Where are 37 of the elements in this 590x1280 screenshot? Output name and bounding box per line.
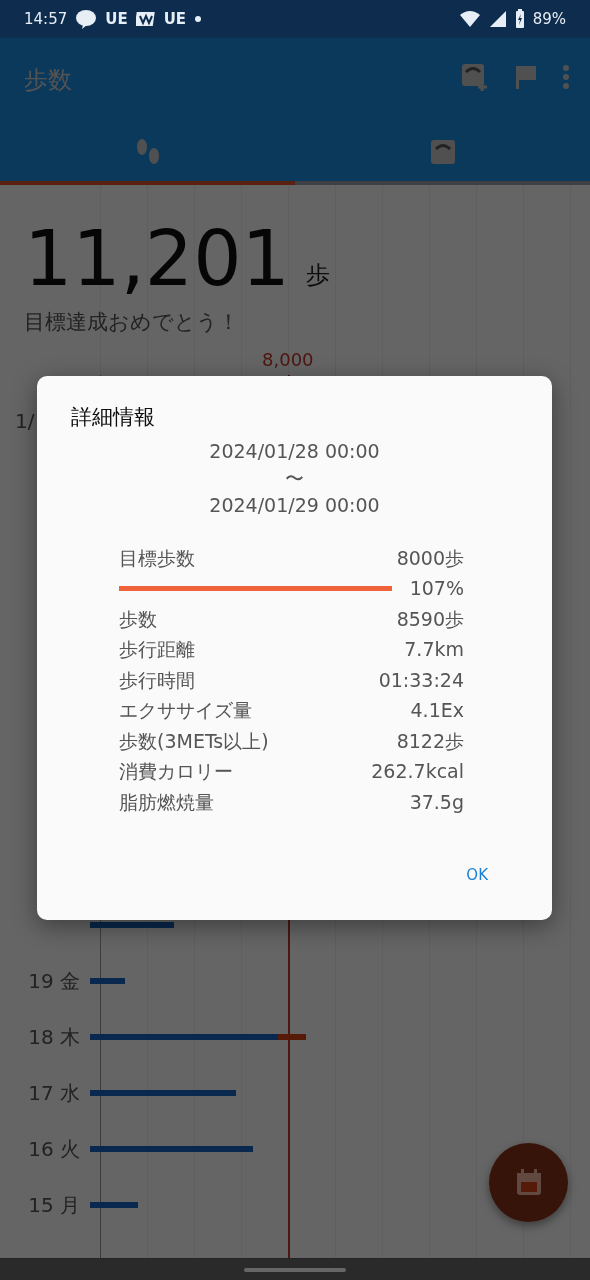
row-label: 歩行時間 — [119, 667, 195, 693]
row-label: 歩数 — [119, 606, 157, 632]
day-label: 1/ — [15, 408, 35, 435]
step-count: 11,201 — [24, 221, 290, 297]
day-label: 18 木 — [27, 1024, 81, 1051]
day-label: 19 金 — [27, 968, 81, 995]
date-text: 2024/01/28 00:00 — [209, 438, 380, 464]
row-label: 脂肪燃焼量 — [119, 789, 214, 815]
row-value: 8590歩 — [396, 606, 464, 632]
dialog-title: 詳細情報 — [71, 404, 156, 431]
row-label: 歩数(3METs以上) — [119, 728, 269, 754]
row-value: 7.7km — [404, 637, 464, 662]
ok-button[interactable]: OK — [456, 859, 498, 890]
row-label: エクササイズ量 — [119, 698, 252, 723]
clock-text: 14:57 — [24, 8, 68, 30]
battery-text: 89% — [532, 8, 566, 30]
row-value: 37.5g — [409, 789, 464, 815]
goal-message: 目標達成おめでとう！ — [23, 309, 240, 336]
day-label: 15 月 — [27, 1192, 81, 1219]
row-label: 消費カロリー — [119, 759, 233, 784]
goal-label: 8,000 — [262, 348, 314, 372]
row-value: 4.1Ex — [410, 698, 464, 723]
date-text: 2024/01/29 00:00 — [209, 492, 380, 518]
day-label: 16 火 — [27, 1136, 81, 1163]
separator-text: 〜 — [285, 465, 304, 491]
unit-label: 歩 — [305, 260, 330, 291]
app-title: 歩数 — [24, 65, 72, 96]
row-value: 01:33:24 — [378, 667, 464, 693]
day-label: 17 水 — [27, 1080, 81, 1107]
row-label: 目標歩数 — [119, 545, 195, 571]
notification-text: UE — [105, 8, 128, 30]
notification-text: UE — [163, 8, 187, 30]
row-value: 8000歩 — [396, 545, 464, 571]
row-value: 8122歩 — [396, 728, 464, 754]
row-label: 歩行距離 — [119, 637, 195, 662]
row-value: 262.7kcal — [371, 759, 464, 784]
percent-text: 107% — [409, 576, 464, 601]
